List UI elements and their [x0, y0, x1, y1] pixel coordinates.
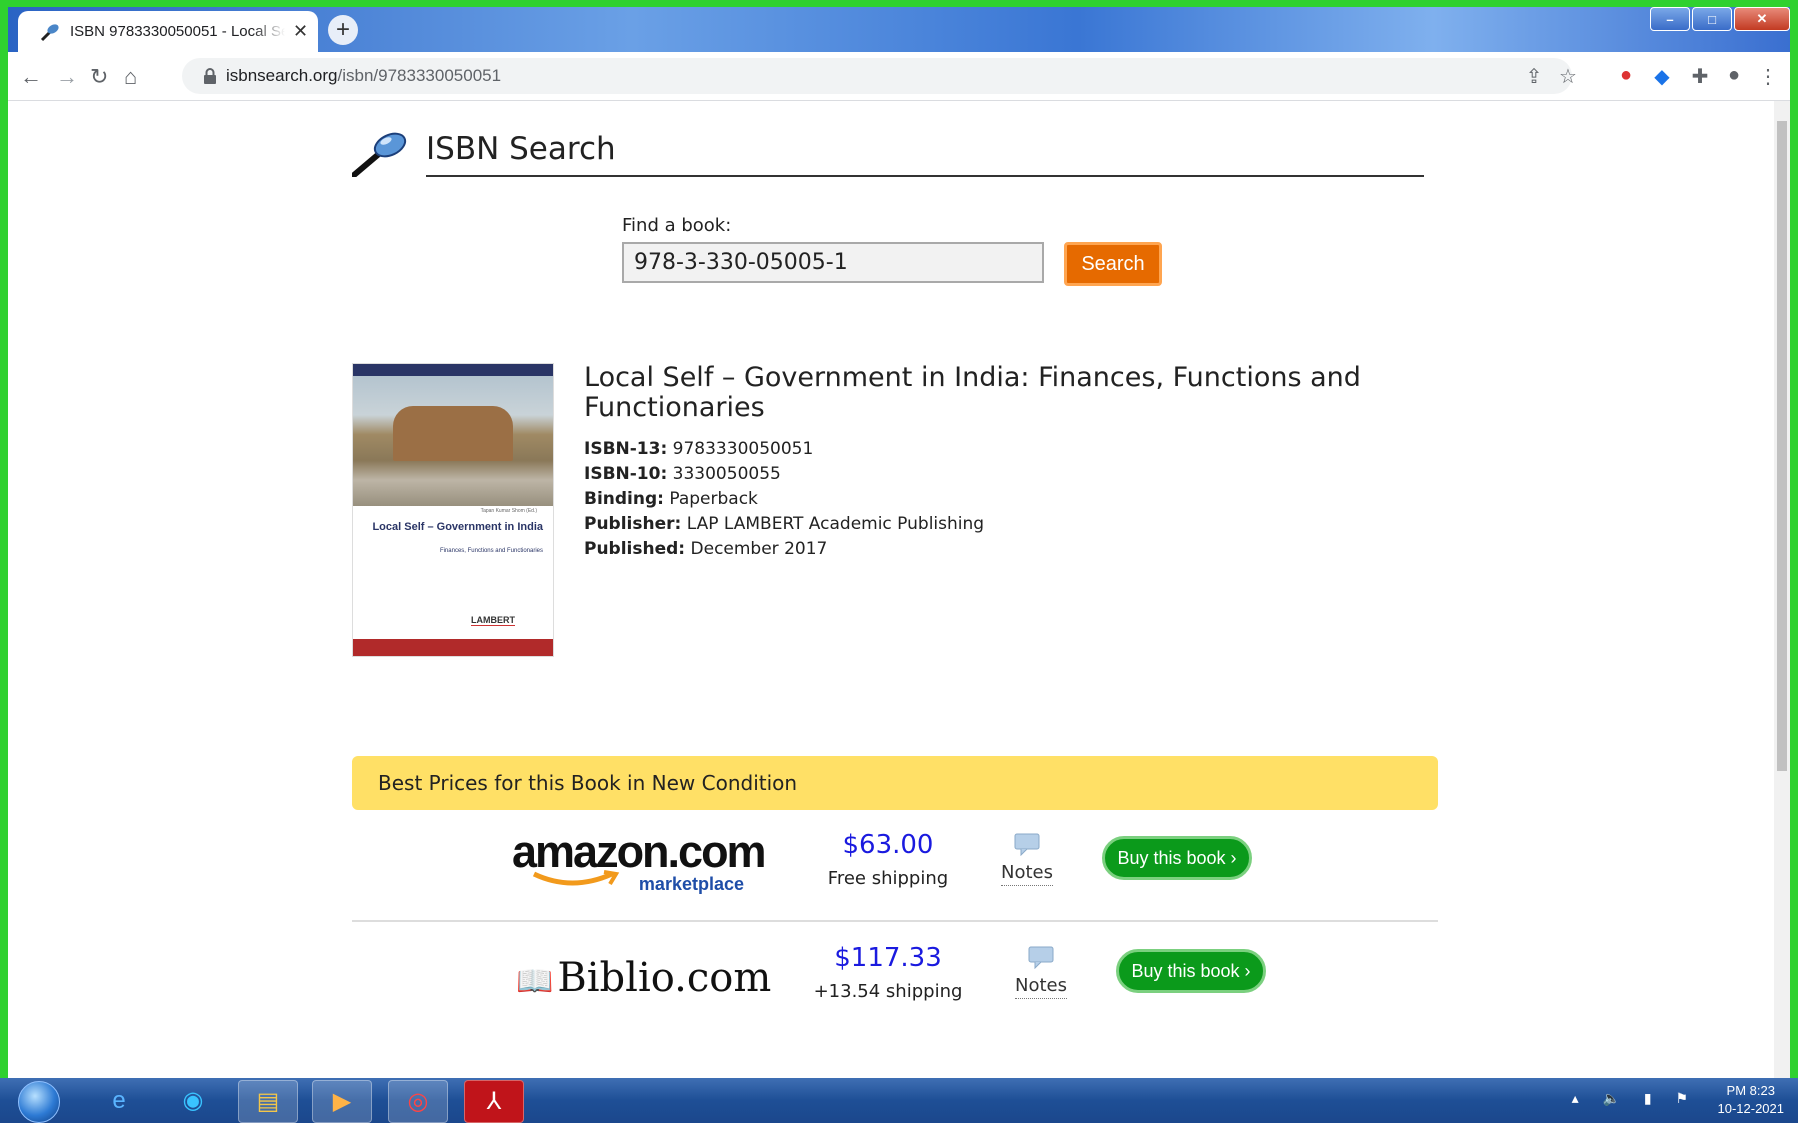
new-tab-button[interactable]: + — [328, 15, 358, 45]
book-title: Local Self – Government in India: Financ… — [584, 362, 1361, 423]
clock-date: 10-12-2021 — [1717, 1101, 1785, 1116]
reload-icon[interactable]: ↻ — [90, 64, 108, 90]
cover-photo — [353, 376, 553, 506]
share-icon[interactable]: ⇪ — [1522, 64, 1546, 88]
bookmark-star-icon[interactable]: ☆ — [1556, 64, 1580, 88]
cover-bottom-band — [353, 639, 553, 656]
search-button[interactable]: Search — [1064, 242, 1162, 286]
media-player-icon[interactable]: ▶ — [312, 1080, 372, 1123]
chrome-icon[interactable]: ◎ — [388, 1080, 448, 1123]
offer-price: $117.33 +13.54 shipping — [808, 943, 968, 1002]
speech-bubble-icon — [1028, 946, 1054, 969]
notes-link[interactable]: Notes — [992, 832, 1062, 886]
adblock-extension-icon[interactable]: ● — [1614, 64, 1638, 88]
isbn10-row: ISBN-10: 3330050055 — [584, 462, 984, 487]
menu-icon[interactable]: ⋮ — [1756, 64, 1780, 88]
profile-icon[interactable]: ● — [1722, 64, 1746, 88]
site-title[interactable]: ISBN Search — [426, 131, 616, 167]
isbn13-row: ISBN-13: 9783330050051 — [584, 437, 984, 462]
search-label: Find a book: — [622, 215, 732, 236]
magnifier-logo-icon — [352, 132, 407, 177]
title-bar: ISBN 9783330050051 - Local Self ✕ + – □ … — [8, 7, 1790, 52]
tab-close-icon[interactable]: ✕ — [293, 21, 308, 42]
browser-window: ISBN 9783330050051 - Local Self ✕ + – □ … — [8, 7, 1790, 1078]
home-icon[interactable]: ⌂ — [124, 64, 137, 90]
extension-icon[interactable]: ◆ — [1650, 64, 1674, 88]
browser-toolbar: ← → ↻ ⌂ isbnsearch.org/isbn/978333005005… — [8, 52, 1790, 101]
speech-bubble-icon — [1014, 833, 1040, 856]
amazon-smile-icon — [532, 870, 620, 886]
back-icon[interactable]: ← — [20, 64, 42, 90]
page-content: ISBN Search Find a book: Search Tapan Ku… — [8, 101, 1774, 1078]
forward-icon[interactable]: → — [56, 64, 78, 90]
url-text: isbnsearch.org/isbn/9783330050051 — [226, 66, 501, 86]
scrollbar-thumb[interactable] — [1777, 121, 1787, 771]
notes-label: Notes — [1015, 975, 1067, 999]
puzzle-icon[interactable]: ✚ — [1688, 64, 1712, 88]
publisher-row: Publisher: LAP LAMBERT Academic Publishi… — [584, 512, 984, 537]
browser-tab[interactable]: ISBN 9783330050051 - Local Self ✕ — [18, 11, 318, 52]
published-label: Published: — [584, 539, 686, 559]
binding-value: Paperback — [669, 489, 758, 509]
window-controls: – □ ✕ — [1648, 7, 1790, 31]
tab-title: ISBN 9783330050051 - Local Self — [70, 23, 285, 40]
isbn10-value: 3330050055 — [672, 464, 781, 484]
book-details: ISBN-13: 9783330050051 ISBN-10: 33300500… — [584, 437, 984, 562]
offer-row: 📖 Biblio.com $117.33 +13.54 shipping Note… — [352, 923, 1438, 1033]
magnifier-favicon-icon — [40, 23, 59, 41]
search-input[interactable] — [622, 242, 1044, 283]
offer-row: amazon.com marketplace $63.00 Free shipp… — [352, 810, 1438, 922]
address-bar[interactable]: isbnsearch.org/isbn/9783330050051 ⇪ ☆ — [182, 58, 1577, 94]
buy-button[interactable]: Buy this book › — [1102, 836, 1252, 880]
taskbar: e ◉ ▤ ▶ ◎ ⅄ ▴ 🔈 ▮ ⚑ PM 8:23 10-12-2021 — [0, 1078, 1798, 1123]
amazon-marketplace: marketplace — [638, 874, 744, 894]
vertical-scrollbar[interactable] — [1774, 101, 1790, 1078]
shipping-text: Free shipping — [827, 868, 949, 889]
isbn13-value: 9783330050051 — [672, 439, 814, 459]
offer-price: $63.00 Free shipping — [808, 830, 968, 889]
price-amount: $117.33 — [834, 943, 942, 973]
prices-header: Best Prices for this Book in New Conditi… — [352, 756, 1438, 810]
system-tray-icons[interactable]: ▴ 🔈 ▮ ⚑ — [1572, 1090, 1698, 1107]
minimize-button[interactable]: – — [1650, 7, 1690, 31]
binding-row: Binding: Paperback — [584, 487, 984, 512]
cover-author: Tapan Kumar Shom (Ed.) — [480, 508, 537, 514]
maximize-button[interactable]: □ — [1692, 7, 1732, 31]
published-row: Published: December 2017 — [584, 537, 984, 562]
cover-subtitle: Finances, Functions and Functionaries — [439, 548, 543, 554]
book-cover-image: Tapan Kumar Shom (Ed.) Local Self – Gove… — [352, 363, 554, 657]
published-value: December 2017 — [690, 539, 828, 559]
isbn10-label: ISBN-10: — [584, 464, 668, 484]
file-explorer-icon[interactable]: ▤ — [238, 1080, 298, 1123]
cover-top-band — [353, 364, 553, 376]
url-domain: isbnsearch.org — [226, 66, 338, 85]
shipping-text: +13.54 shipping — [813, 981, 963, 1002]
biblio-wordmark: Biblio.com — [557, 955, 772, 1001]
cover-temple — [393, 406, 513, 461]
notes-link[interactable]: Notes — [1006, 945, 1076, 999]
biblio-logo[interactable]: 📖 Biblio.com — [516, 955, 771, 1001]
ie-icon[interactable]: e — [90, 1080, 148, 1121]
acrobat-icon[interactable]: ⅄ — [464, 1080, 524, 1123]
binding-label: Binding: — [584, 489, 664, 509]
book-icon: 📖 — [516, 964, 554, 999]
title-divider — [426, 175, 1424, 177]
edge-icon[interactable]: ◉ — [164, 1080, 222, 1121]
lock-icon — [204, 68, 216, 84]
clock[interactable]: PM 8:23 10-12-2021 — [1718, 1082, 1785, 1118]
cover-title: Local Self – Government in India — [372, 521, 543, 533]
start-button[interactable] — [18, 1081, 60, 1123]
price-amount: $63.00 — [842, 830, 934, 860]
publisher-value: LAP LAMBERT Academic Publishing — [686, 514, 985, 534]
url-path: /isbn/9783330050051 — [337, 66, 502, 85]
buy-button[interactable]: Buy this book › — [1116, 949, 1266, 993]
isbn13-label: ISBN-13: — [584, 439, 668, 459]
publisher-label: Publisher: — [584, 514, 682, 534]
cover-publisher-logo: LAMBERT — [471, 615, 515, 626]
notes-label: Notes — [1001, 862, 1053, 886]
close-window-button[interactable]: ✕ — [1734, 7, 1790, 31]
amazon-wordmark: amazon.com — [512, 826, 767, 877]
amazon-logo[interactable]: amazon.com marketplace — [512, 826, 767, 898]
clock-time: PM 8:23 — [1726, 1083, 1775, 1098]
